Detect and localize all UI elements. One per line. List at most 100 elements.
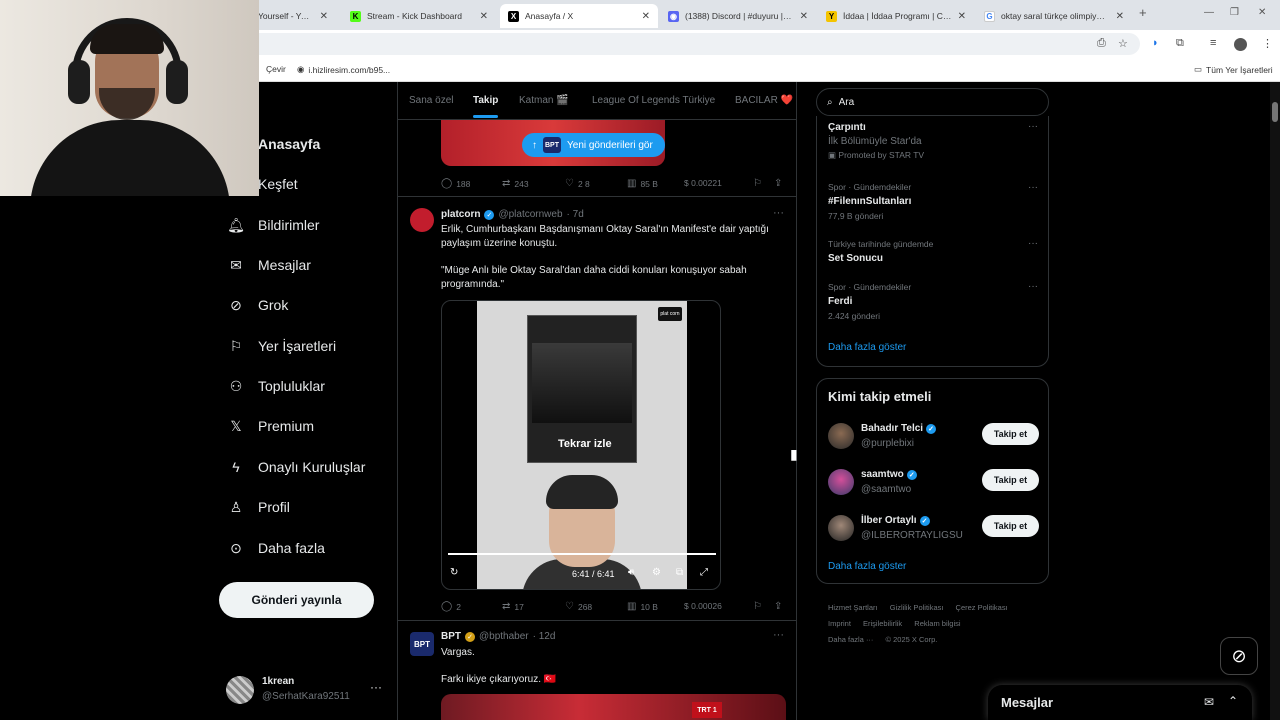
author-handle[interactable]: @bpthaber (479, 631, 529, 642)
trend-item[interactable]: Spor · Gündemdekiler Ferdi 2.424 gönderi (828, 282, 911, 321)
browser-tab-x[interactable]: X Anasayfa / X ✕ (500, 4, 658, 28)
suggested-user[interactable]: saamtwo ✓ @saamtwo Takip et (828, 467, 1039, 501)
browser-tab-discord[interactable]: ◉ (1388) Discord | #duyuru | krea ✕ (660, 4, 816, 28)
author-name[interactable]: BPT (441, 631, 461, 642)
new-tab-icon[interactable]: + (1139, 5, 1147, 20)
close-icon[interactable]: ✕ (320, 11, 328, 22)
more-dots-icon[interactable]: ··· (1028, 182, 1038, 193)
reply-button[interactable]: ◯ 188 (441, 178, 470, 189)
star-icon[interactable]: ☆ (1118, 37, 1128, 50)
tab-for-you[interactable]: Sana özel (409, 95, 453, 106)
more-dots-icon[interactable]: ··· (773, 207, 784, 219)
more-dots-icon[interactable]: ··· (773, 629, 784, 641)
author-name[interactable]: platcorn (441, 209, 480, 220)
bookmark-translate[interactable]: Çevir (266, 64, 286, 74)
close-icon[interactable]: ✕ (800, 11, 808, 22)
nav-premium[interactable]: 𝕏 Premium (228, 418, 314, 435)
extensions-icon[interactable]: ⧉ (1176, 37, 1184, 50)
repost-button[interactable]: ⇄ 17 (502, 601, 524, 612)
repost-button[interactable]: ⇄ 243 (502, 178, 529, 189)
browser-tab-iddaa[interactable]: Y İddaa | İddaa Programı | Canlı ✕ (818, 4, 974, 28)
browser-tab-google[interactable]: G oktay saral türkçe olimpiyatlan ✕ (976, 4, 1132, 28)
pip-icon[interactable]: ⧉ (676, 567, 683, 578)
footer-link[interactable]: Gizlilik Politikası (890, 603, 944, 612)
footer-link[interactable]: Imprint (828, 619, 851, 628)
trends-show-more-link[interactable]: Daha fazla göster (828, 342, 906, 353)
more-dots-icon[interactable]: ··· (1028, 281, 1038, 292)
follow-button[interactable]: Takip et (982, 469, 1039, 491)
tab-bacilar[interactable]: BACILAR ❤️ (735, 95, 793, 106)
menu-dots-icon[interactable]: ⋮ (1262, 37, 1273, 50)
profile-avatar-icon[interactable] (1234, 38, 1247, 51)
tip-button[interactable]: $ 0.00221 (684, 178, 722, 188)
avatar[interactable] (410, 208, 434, 232)
more-dots-icon[interactable]: ··· (1028, 238, 1038, 249)
trend-item[interactable]: Türkiye tarihinde gündemde Set Sonucu (828, 239, 933, 264)
nav-more[interactable]: ⊙ Daha fazla (228, 540, 325, 557)
window-close-icon[interactable]: ✕ (1258, 7, 1266, 18)
bookmark-button[interactable]: ⚐ (753, 178, 762, 189)
minimize-icon[interactable]: — (1204, 7, 1214, 18)
close-icon[interactable]: ✕ (1116, 11, 1124, 22)
footer-link[interactable]: Hizmet Şartları (828, 603, 878, 612)
video-player[interactable]: Tekrar izle plat corn ↻ 6:41 / 6:41 🔊︎ ⚙… (441, 300, 721, 590)
footer-link[interactable]: Daha fazla ··· (828, 635, 873, 644)
page-scrollbar[interactable] (1270, 82, 1280, 720)
like-button[interactable]: ♡ 268 (565, 601, 592, 612)
close-icon[interactable]: ✕ (958, 11, 966, 22)
browser-tab-youtube[interactable]: Yourself - YouTu ✕ (250, 4, 336, 28)
replay-icon[interactable]: ↻ (450, 567, 458, 578)
footer-link[interactable]: Erişilebilirlik (863, 619, 902, 628)
volume-icon[interactable]: 🔊︎ (628, 567, 634, 578)
messages-drawer[interactable]: Mesajlar ✉ ⌃ (988, 685, 1252, 720)
account-switcher[interactable]: 1krean @SerhatKara92511 ··· (226, 674, 386, 708)
views-button[interactable]: ▥ 10 B (627, 601, 658, 612)
new-message-icon[interactable]: ✉ (1204, 695, 1214, 709)
nav-communities[interactable]: ⚇ Topluluklar (228, 378, 325, 395)
video-progress-bar[interactable] (448, 553, 716, 555)
new-posts-pill[interactable]: ↑ BPT Yeni gönderileri gör (522, 133, 665, 157)
post-time[interactable]: · 7d (567, 209, 584, 220)
expand-up-icon[interactable]: ⌃ (1228, 694, 1238, 708)
settings-gear-icon[interactable]: ⚙ (652, 567, 661, 578)
who-show-more-link[interactable]: Daha fazla göster (828, 561, 906, 572)
trend-item[interactable]: Spor · Gündemdekiler #FilenınSultanları … (828, 182, 911, 221)
nav-profile[interactable]: ♙ Profil (228, 499, 290, 516)
footer-link[interactable]: Reklam bilgisi (914, 619, 960, 628)
trend-item[interactable]: Çarpıntı İlk Bölümüyle Star'da ▣ Promote… (828, 122, 924, 161)
views-button[interactable]: ▥ 85 B (627, 178, 658, 189)
reply-button[interactable]: ◯ 2 (441, 601, 461, 612)
search-input[interactable] (838, 96, 1019, 108)
fullscreen-icon[interactable]: ⤢ (700, 567, 708, 578)
share-button[interactable]: ⇪ (774, 601, 782, 612)
post-button[interactable]: Gönderi yayınla (219, 582, 374, 618)
replay-button[interactable]: Tekrar izle (558, 438, 612, 450)
follow-button[interactable]: Takip et (982, 515, 1039, 537)
close-icon[interactable]: ✕ (480, 11, 488, 22)
tab-katman[interactable]: Katman 🎬 (519, 95, 569, 106)
like-button[interactable]: ♡ 2 8 (565, 178, 590, 189)
suggested-user[interactable]: İlber Ortaylı ✓ @ILBERORTAYLIGSU Takip et (828, 513, 1039, 547)
browser-tab-kick[interactable]: K Stream - Kick Dashboard ✕ (342, 4, 496, 28)
follow-button[interactable]: Takip et (982, 423, 1039, 445)
bookmark-all[interactable]: ▭ Tüm Yer İşaretleri (1194, 64, 1273, 75)
install-icon[interactable]: ⎙ (1097, 37, 1106, 50)
author-handle[interactable]: @platcornweb (498, 209, 562, 220)
scrollbar-thumb[interactable] (1272, 102, 1278, 122)
tip-button[interactable]: $ 0.00026 (684, 601, 722, 611)
nav-verified-orgs[interactable]: ϟ Onaylı Kuruluşlar (228, 459, 365, 475)
nav-grok[interactable]: ⊘ Grok (228, 297, 288, 314)
reading-list-icon[interactable]: ≡ (1210, 37, 1216, 49)
extension-audio-icon[interactable]: ◗ (1152, 37, 1159, 49)
avatar[interactable]: BPT (410, 632, 434, 656)
nav-bookmarks[interactable]: ⚐ Yer İşaretleri (228, 338, 336, 355)
tab-league-of-legends[interactable]: League Of Legends Türkiye (592, 95, 715, 106)
post-media-image[interactable] (441, 694, 786, 720)
more-dots-icon[interactable]: ··· (1028, 121, 1038, 132)
bookmark-link[interactable]: ◉ i.hizliresim.com/b95... (297, 64, 390, 75)
share-button[interactable]: ⇪ (774, 178, 782, 189)
nav-notifications[interactable]: 🔔︎ Bildirimler (227, 217, 319, 234)
footer-link[interactable]: Çerez Politikası (956, 603, 1008, 612)
suggested-user[interactable]: Bahadır Telci ✓ @purplebixi Takip et (828, 421, 1039, 455)
nav-messages[interactable]: ✉ Mesajlar (228, 257, 311, 274)
